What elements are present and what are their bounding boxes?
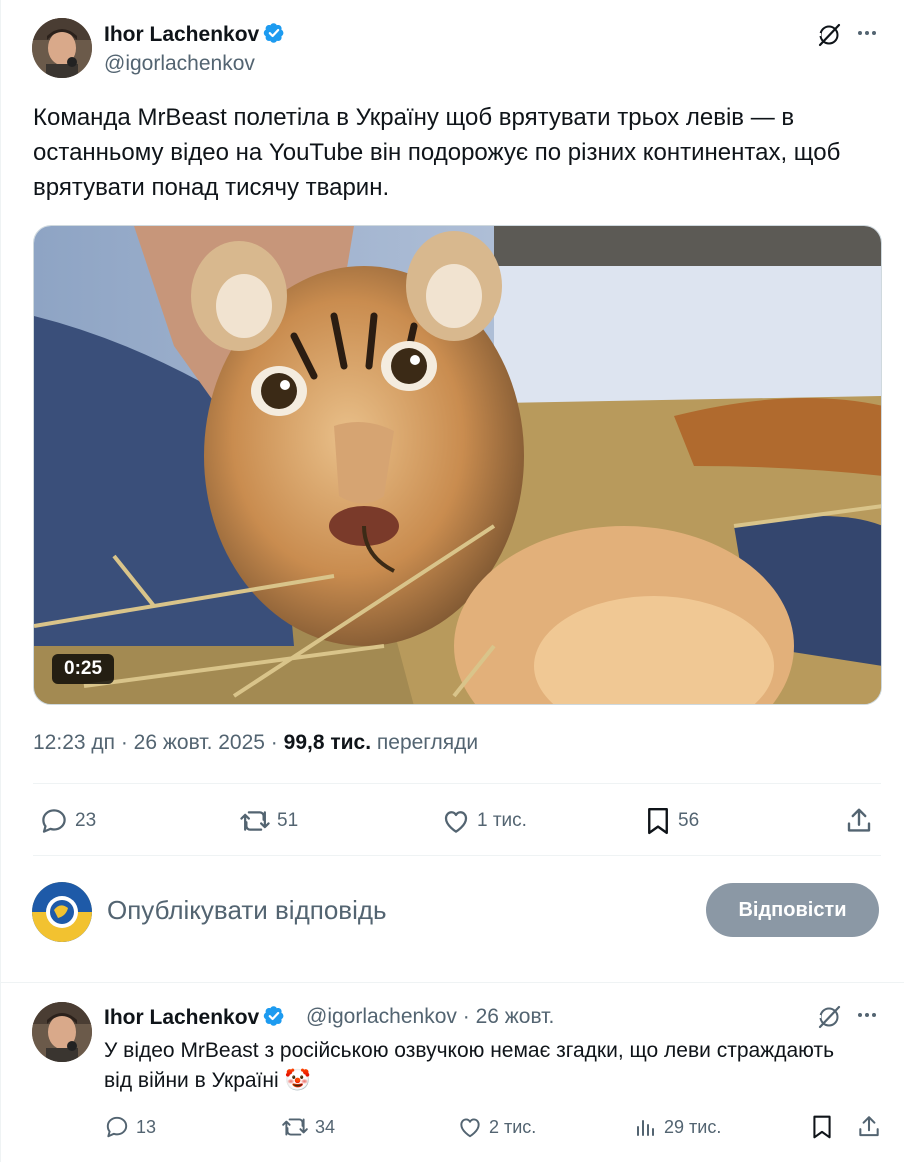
repost-action[interactable]: 51: [239, 806, 298, 836]
reply-views-count: 29 тис.: [664, 1116, 722, 1137]
divider: [33, 783, 881, 784]
bookmark-icon: [648, 807, 668, 835]
reply-author-name[interactable]: Ihor Lachenkov: [104, 1005, 285, 1030]
reply-views-action[interactable]: 29 тис.: [634, 1114, 721, 1140]
reply-reply-action[interactable]: 13: [104, 1114, 156, 1140]
repost-icon: [240, 811, 270, 831]
reply-icon: [106, 1116, 128, 1138]
tweet-timestamp[interactable]: 12:23 дп · 26 жовт. 2025 ·: [33, 731, 284, 754]
reply-count: 23: [75, 810, 97, 831]
verified-badge-icon: [264, 23, 284, 43]
section-separator: [1, 982, 904, 983]
like-count: 1 тис.: [477, 810, 527, 831]
video-thumbnail: [34, 226, 881, 704]
reply-bookmark-action[interactable]: [809, 1114, 841, 1140]
author-name-text[interactable]: Ihor Lachenkov: [104, 23, 259, 46]
reply-author-handle-and-date[interactable]: @igorlachenkov · 26 жовт.: [306, 1005, 554, 1029]
reply-share-action[interactable]: [856, 1114, 888, 1140]
divider: [33, 855, 881, 856]
reply-text: У відео MrBeast з російською озвучкою не…: [104, 1039, 835, 1092]
tweet-column: Ihor Lachenkov @igorlachenkov Команда Mr…: [0, 0, 904, 1162]
bookmark-icon: [813, 1115, 831, 1139]
bookmark-action[interactable]: 56: [644, 806, 699, 836]
video-duration: 0:25: [52, 654, 115, 684]
reply-like-count: 2 тис.: [489, 1116, 537, 1137]
reply-date[interactable]: · 26 жовт.: [457, 1005, 555, 1028]
repost-icon: [282, 1118, 308, 1136]
tweet-text: Команда MrBeast полетіла в Україну щоб в…: [33, 104, 841, 201]
views-count: 99,8 тис.: [283, 731, 372, 754]
verified-badge-icon: [264, 1006, 284, 1026]
share-action[interactable]: [844, 806, 880, 836]
reply-repost-action[interactable]: 34: [281, 1114, 335, 1140]
reply-submit-button[interactable]: Відповісти: [706, 883, 879, 937]
share-icon: [847, 808, 871, 832]
share-icon: [859, 1116, 879, 1137]
reply-like-action[interactable]: 2 тис.: [457, 1114, 536, 1140]
views-label: перегляди: [371, 731, 479, 754]
author-avatar[interactable]: [32, 18, 92, 78]
heart-icon: [444, 811, 468, 833]
reply-author-name-text[interactable]: Ihor Lachenkov: [104, 1006, 259, 1029]
reply-author-handle[interactable]: @igorlachenkov: [306, 1005, 457, 1028]
reply-icon: [42, 809, 66, 833]
like-action[interactable]: 1 тис.: [441, 806, 527, 836]
repost-count: 51: [277, 810, 299, 831]
tweet-video[interactable]: 0:25: [33, 225, 882, 705]
tweet-meta: 12:23 дп · 26 жовт. 2025 · 99,8 тис. пер…: [33, 731, 478, 755]
author-handle[interactable]: @igorlachenkov: [104, 52, 255, 76]
grok-icon[interactable]: [811, 999, 847, 1035]
reply-author-avatar[interactable]: [32, 1002, 92, 1062]
reply-reply-count: 13: [136, 1116, 157, 1137]
heart-icon: [460, 1118, 480, 1138]
grok-icon[interactable]: [811, 17, 847, 53]
current-user-avatar[interactable]: [32, 882, 92, 942]
more-options-icon[interactable]: [849, 997, 885, 1033]
reply-repost-count: 34: [315, 1116, 336, 1137]
analytics-icon: [637, 1120, 654, 1136]
reply-input[interactable]: Опублікувати відповідь: [107, 895, 387, 926]
author-name[interactable]: Ihor Lachenkov: [104, 22, 285, 47]
bookmark-count: 56: [678, 810, 700, 831]
reply-action[interactable]: 23: [39, 806, 96, 836]
more-options-icon[interactable]: [849, 15, 885, 51]
